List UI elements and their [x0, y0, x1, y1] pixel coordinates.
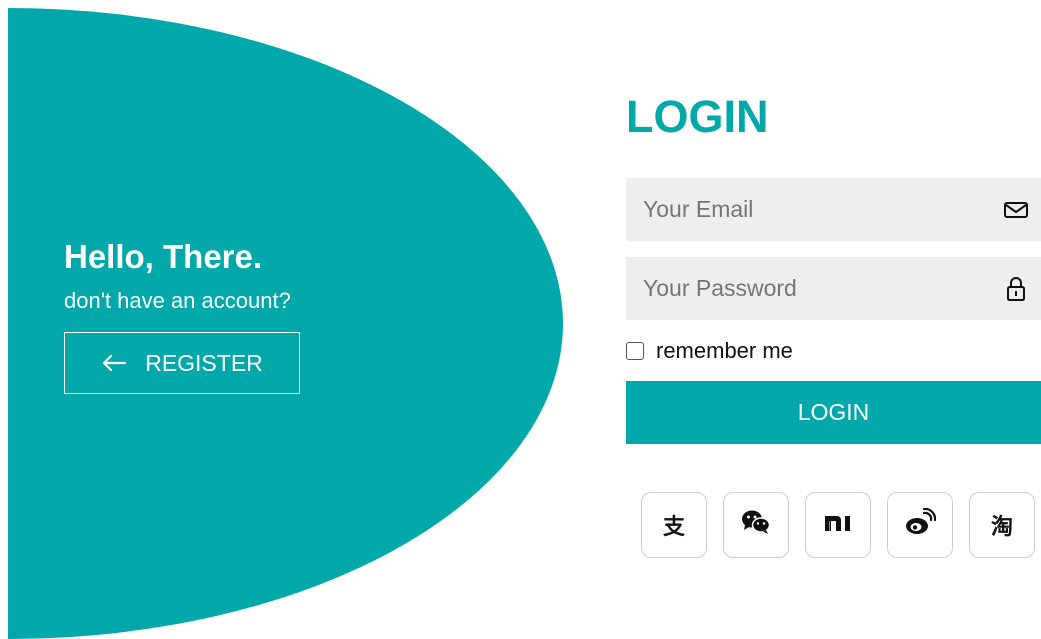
- social-xiaomi-button[interactable]: [805, 492, 871, 558]
- password-field[interactable]: [626, 257, 1001, 320]
- email-field-wrapper: [626, 178, 1041, 241]
- login-title: LOGIN: [626, 91, 769, 142]
- social-login-list: 支 淘: [641, 492, 1035, 558]
- login-form: LOGIN remember me: [626, 0, 1041, 639]
- welcome-subtitle: don't have an account?: [64, 288, 291, 313]
- social-wechat-button[interactable]: [723, 492, 789, 558]
- remember-me[interactable]: remember me: [626, 338, 793, 364]
- lock-icon: [1001, 275, 1031, 303]
- welcome-title: Hello, There.: [64, 238, 263, 275]
- social-weibo-button[interactable]: [887, 492, 953, 558]
- email-field[interactable]: [626, 178, 1001, 241]
- login-page: Hello, There. don't have an account? REG…: [0, 0, 1041, 639]
- social-alipay-button[interactable]: 支: [641, 492, 707, 558]
- weibo-icon: [904, 507, 937, 542]
- login-button[interactable]: LOGIN: [626, 381, 1041, 444]
- welcome-section: Hello, There. don't have an account? REG…: [64, 238, 300, 394]
- taobao-icon: 淘: [990, 514, 1013, 539]
- register-label: REGISTER: [145, 349, 263, 376]
- wechat-icon: [740, 508, 772, 542]
- xiaomi-icon: [823, 512, 853, 538]
- remember-label: remember me: [656, 338, 793, 363]
- alipay-icon: 支: [662, 514, 685, 539]
- password-field-wrapper: [626, 257, 1041, 320]
- remember-checkbox[interactable]: [626, 342, 644, 360]
- mail-icon: [1001, 200, 1031, 220]
- social-taobao-button[interactable]: 淘: [969, 492, 1035, 558]
- register-button[interactable]: REGISTER: [64, 332, 300, 394]
- arrow-left-icon: [101, 353, 127, 373]
